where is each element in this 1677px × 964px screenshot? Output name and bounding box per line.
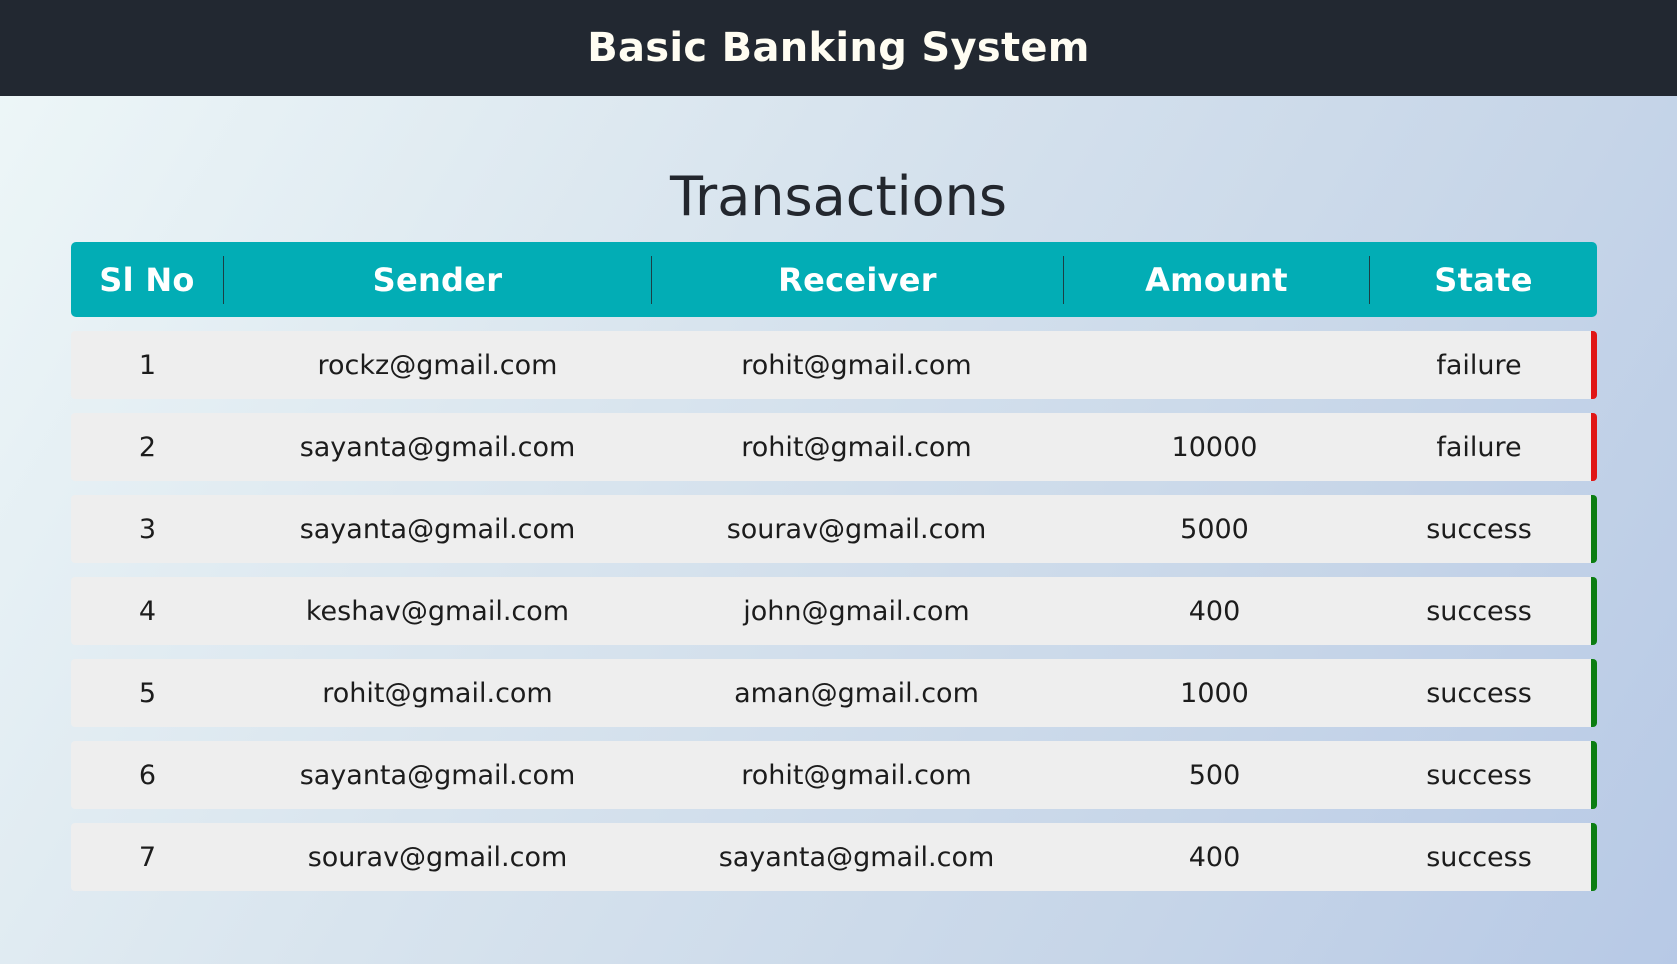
cell-sender: sayanta@gmail.com xyxy=(299,759,576,791)
column-header-sender: Sender xyxy=(372,260,503,299)
column-header-receiver: Receiver xyxy=(778,260,937,299)
table-row: 5 rohit@gmail.com aman@gmail.com 1000 su… xyxy=(71,659,1597,727)
cell-sender: sayanta@gmail.com xyxy=(299,513,576,545)
cell-sl-no: 4 xyxy=(138,595,157,627)
cell-sender: rockz@gmail.com xyxy=(317,349,558,381)
table-row: 7 sourav@gmail.com sayanta@gmail.com 400… xyxy=(71,823,1597,891)
cell-state: success xyxy=(1426,595,1532,627)
cell-amount: 400 xyxy=(1188,841,1241,873)
cell-state: failure xyxy=(1436,431,1522,463)
cell-sl-no: 5 xyxy=(138,677,157,709)
cell-state: success xyxy=(1426,677,1532,709)
cell-state: success xyxy=(1426,759,1532,791)
table-row: 1 rockz@gmail.com rohit@gmail.com failur… xyxy=(71,331,1597,399)
cell-receiver: john@gmail.com xyxy=(743,595,970,627)
table-header-row: Sl No Sender Receiver Amount State xyxy=(71,242,1597,317)
cell-sender: sourav@gmail.com xyxy=(307,841,568,873)
cell-amount: 1000 xyxy=(1180,677,1249,709)
cell-receiver: rohit@gmail.com xyxy=(741,759,972,791)
app-title: Basic Banking System xyxy=(587,25,1090,71)
cell-sl-no: 6 xyxy=(138,759,157,791)
cell-receiver: rohit@gmail.com xyxy=(741,431,972,463)
cell-receiver: sourav@gmail.com xyxy=(726,513,987,545)
cell-sl-no: 7 xyxy=(138,841,157,873)
table-row: 3 sayanta@gmail.com sourav@gmail.com 500… xyxy=(71,495,1597,563)
table-row: 4 keshav@gmail.com john@gmail.com 400 su… xyxy=(71,577,1597,645)
cell-amount: 500 xyxy=(1188,759,1241,791)
cell-amount: 10000 xyxy=(1171,431,1258,463)
cell-sender: keshav@gmail.com xyxy=(305,595,570,627)
cell-state: success xyxy=(1426,513,1532,545)
cell-amount: 400 xyxy=(1188,595,1241,627)
cell-receiver: aman@gmail.com xyxy=(734,677,979,709)
table-row: 2 sayanta@gmail.com rohit@gmail.com 1000… xyxy=(71,413,1597,481)
cell-sender: sayanta@gmail.com xyxy=(299,431,576,463)
cell-sender: rohit@gmail.com xyxy=(322,677,553,709)
column-header-state: State xyxy=(1434,260,1533,299)
cell-sl-no: 2 xyxy=(138,431,157,463)
column-header-sl-no: Sl No xyxy=(99,260,195,299)
top-navbar: Basic Banking System xyxy=(0,0,1677,96)
cell-state: failure xyxy=(1436,349,1522,381)
cell-receiver: rohit@gmail.com xyxy=(741,349,972,381)
table-body: 1 rockz@gmail.com rohit@gmail.com failur… xyxy=(71,331,1597,891)
cell-receiver: sayanta@gmail.com xyxy=(718,841,995,873)
table-row: 6 sayanta@gmail.com rohit@gmail.com 500 … xyxy=(71,741,1597,809)
cell-amount: 5000 xyxy=(1180,513,1249,545)
column-header-amount: Amount xyxy=(1145,260,1288,299)
cell-sl-no: 1 xyxy=(138,349,157,381)
transactions-table: Sl No Sender Receiver Amount State 1 roc… xyxy=(71,242,1597,905)
cell-sl-no: 3 xyxy=(138,513,157,545)
cell-state: success xyxy=(1426,841,1532,873)
page-title: Transactions xyxy=(669,165,1008,228)
